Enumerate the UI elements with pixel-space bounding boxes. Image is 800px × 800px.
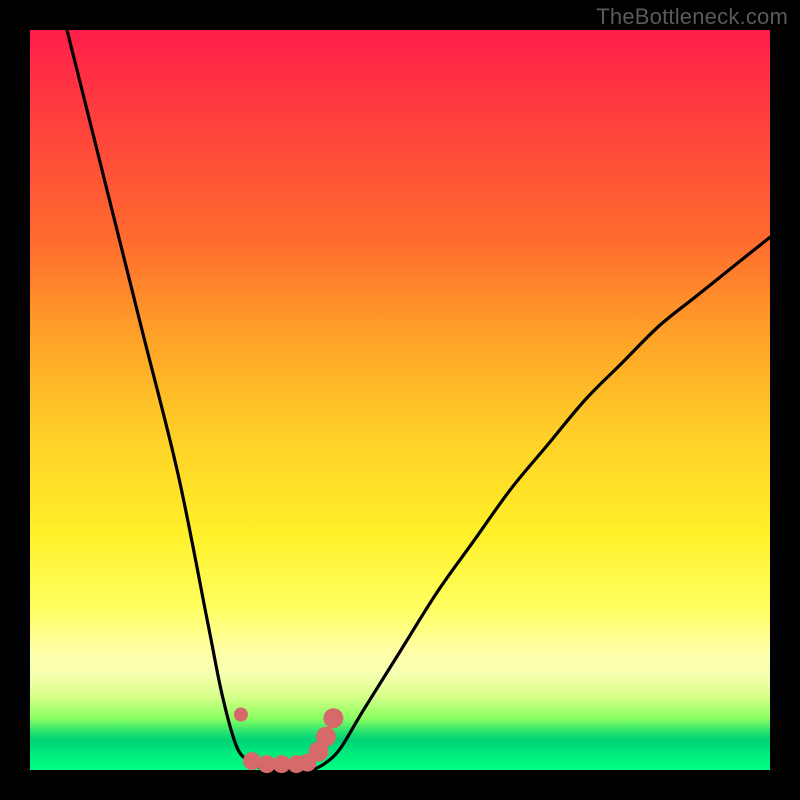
- curve-path: [30, 0, 770, 771]
- chart-frame: TheBottleneck.com: [0, 0, 800, 800]
- valley-marker-0: [234, 708, 248, 722]
- curve-svg: [30, 30, 770, 770]
- valley-marker-1: [243, 752, 261, 770]
- bottleneck-curve: [30, 0, 770, 771]
- valley-marker-7: [316, 727, 336, 747]
- valley-marker-8: [323, 708, 343, 728]
- plot-area: [30, 30, 770, 770]
- watermark-text: TheBottleneck.com: [596, 4, 788, 30]
